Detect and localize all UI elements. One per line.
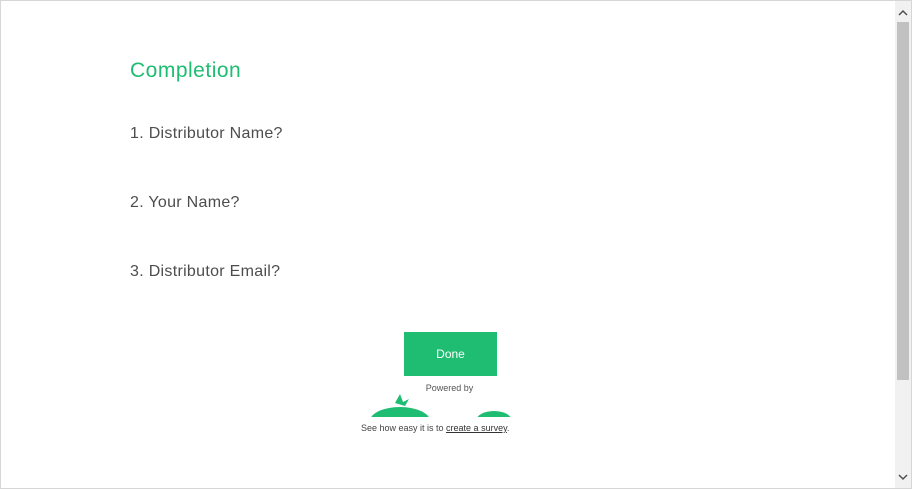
scrollbar-thumb[interactable]: [897, 22, 909, 380]
powered-by-label: Powered by: [425, 383, 474, 393]
question-distributor-email: 3. Distributor Email?: [130, 263, 281, 280]
footer-text: See how easy it is to create a survey.: [361, 423, 509, 433]
question-your-name: 2. Your Name?: [130, 194, 240, 211]
create-survey-link[interactable]: create a survey: [446, 423, 507, 433]
done-button[interactable]: Done: [404, 332, 497, 376]
question-distributor-name: 1. Distributor Name?: [130, 125, 283, 142]
footer-suffix: .: [506, 423, 510, 433]
chevron-down-icon[interactable]: [895, 469, 911, 485]
vertical-scrollbar[interactable]: [895, 1, 911, 488]
page-title: Completion: [130, 59, 242, 82]
chevron-up-icon[interactable]: [895, 4, 911, 20]
surveymonkey-logo[interactable]: [365, 393, 515, 417]
survey-page: Completion 1. Distributor Name? 2. Your …: [0, 0, 895, 489]
footer-prefix: See how easy it is to: [361, 423, 447, 433]
